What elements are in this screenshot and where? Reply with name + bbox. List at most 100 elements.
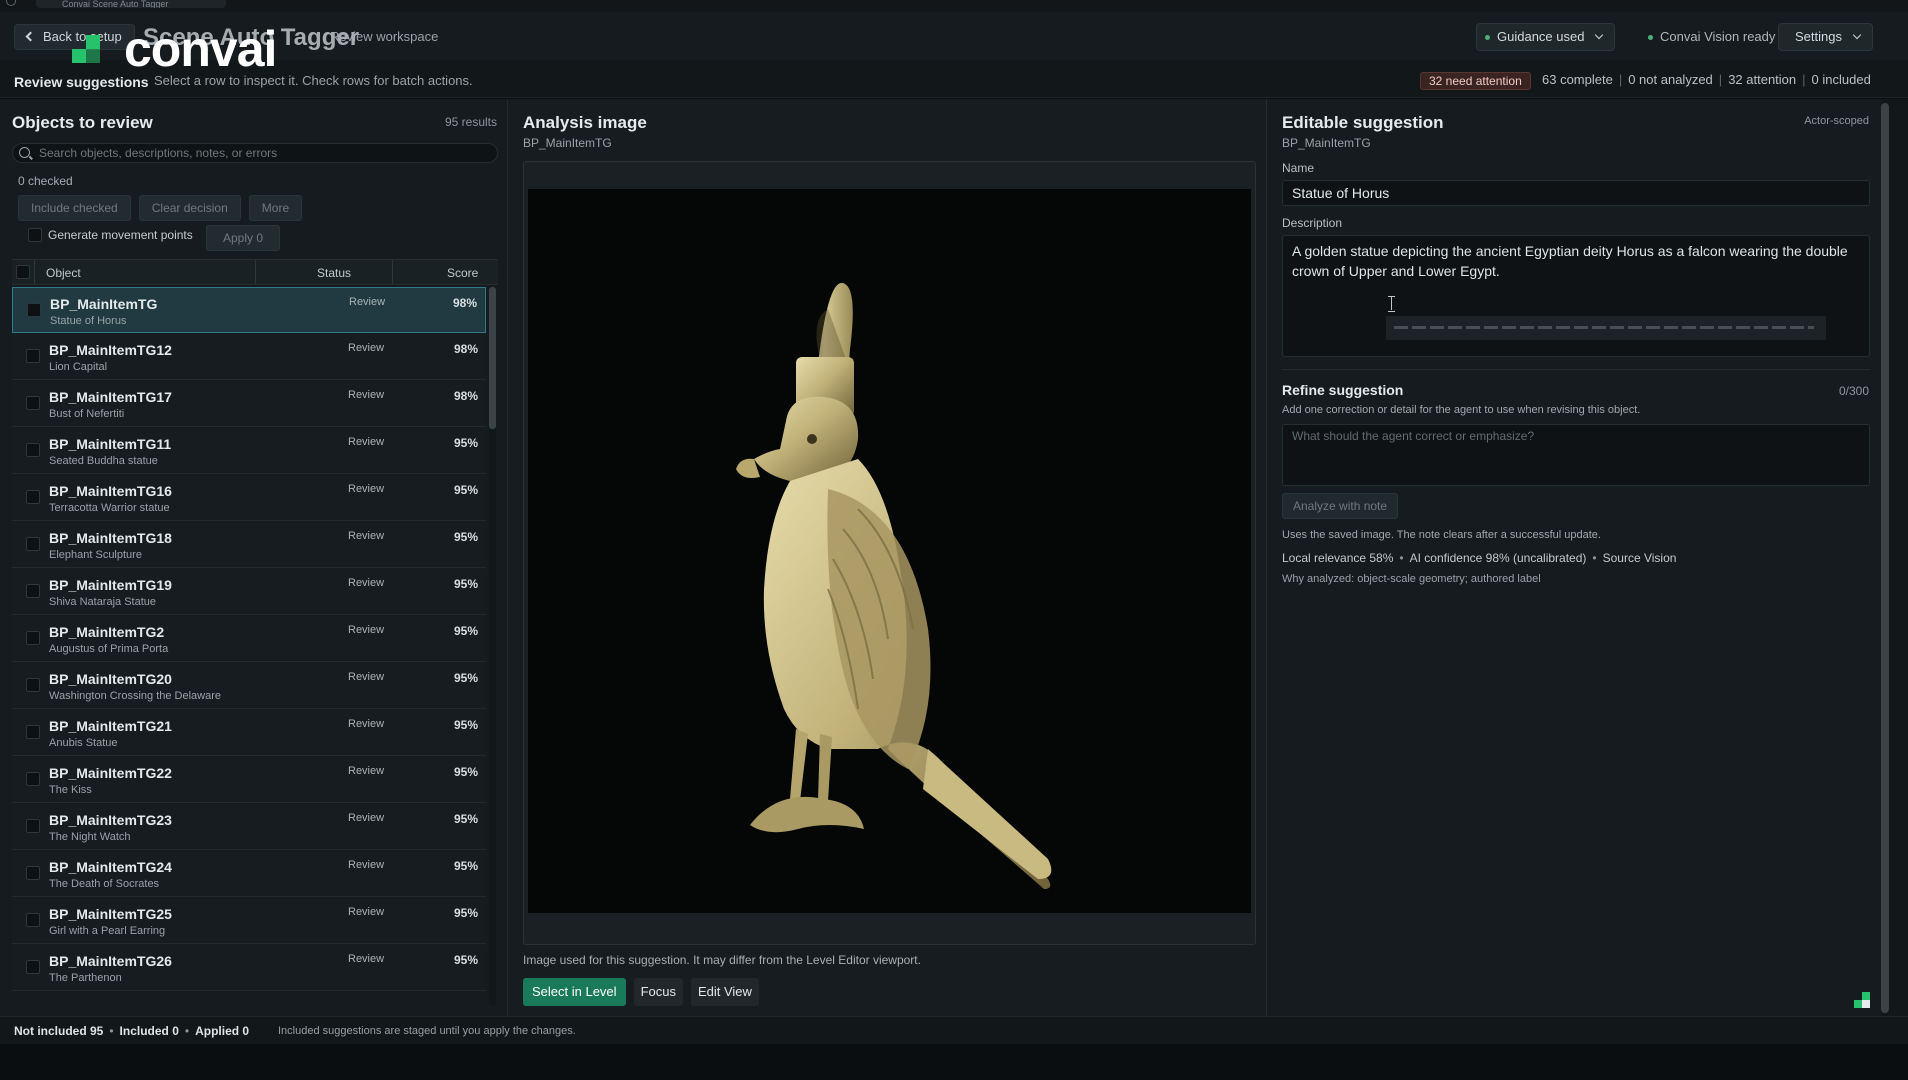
column-score[interactable]: Score	[447, 266, 478, 280]
analyze-with-note-button[interactable]: Analyze with note	[1282, 493, 1399, 519]
row-checkbox[interactable]	[26, 866, 40, 880]
scrollbar-thumb[interactable]	[489, 287, 496, 429]
table-row[interactable]: BP_MainItemTG24 The Death of Socrates Revi…	[12, 851, 486, 897]
scrollbar-thumb[interactable]	[1881, 103, 1889, 1013]
table-row[interactable]: BP_MainItemTG21 Anubis Statue Review 95%	[12, 710, 486, 756]
row-checkbox[interactable]	[26, 631, 40, 645]
table-row[interactable]: BP_MainItemTG26 The Parthenon Review 95%	[12, 945, 486, 991]
table-row[interactable]: BP_MainItemTG18 Elephant Sculpture Review 9…	[12, 522, 486, 568]
local-relevance: Local relevance 58%	[1282, 551, 1394, 565]
row-checkbox[interactable]	[26, 349, 40, 363]
description-field[interactable]: A golden statue depicting the ancient Eg…	[1282, 235, 1870, 357]
table-row[interactable]: BP_MainItemTG19 Shiva Nataraja Statue Revi…	[12, 569, 486, 615]
status-footer: Not included 95 • Included 0 • Applied 0 Inc…	[0, 1016, 1908, 1044]
table-row[interactable]: BP_MainItemTG11 Seated Buddha statue Revie…	[12, 428, 486, 474]
table-header: Object Status Score	[12, 259, 498, 285]
objects-scrollbar[interactable]	[489, 287, 496, 1005]
column-status[interactable]: Status	[317, 266, 351, 280]
table-row[interactable]: BP_MainItemTG20 Washington Crossing the D…	[12, 663, 486, 709]
attention-badge[interactable]: 32 need attention	[1420, 72, 1531, 90]
object-name: BP_MainItemTG17	[49, 389, 172, 405]
stat-included: 0 included	[1811, 72, 1871, 87]
table-row[interactable]: BP_MainItemTG2 Augustus of Prima Porta Rev…	[12, 616, 486, 662]
table-row[interactable]: BP_MainItemTG17 Bust of Nefertiti Review 98…	[12, 381, 486, 427]
object-status: Review	[348, 342, 385, 354]
object-score: 98%	[453, 342, 478, 356]
object-score: 98%	[453, 389, 478, 403]
more-button[interactable]: More	[248, 195, 303, 221]
row-checkbox[interactable]	[26, 819, 40, 833]
select-all-checkbox[interactable]	[16, 265, 30, 279]
object-description: Shiva Nataraja Statue	[49, 596, 157, 608]
window-control-icon[interactable]	[6, 0, 16, 6]
object-status: Review	[348, 530, 385, 542]
object-name: BP_MainItemTG2	[49, 624, 165, 640]
table-row[interactable]: BP_MainItemTG22 The Kiss Review 95%	[12, 757, 486, 803]
search-input[interactable]	[39, 144, 489, 162]
row-checkbox[interactable]	[26, 913, 40, 927]
edit-view-button[interactable]: Edit View	[690, 978, 759, 1006]
row-checkbox[interactable]	[26, 396, 40, 410]
guidance-dropdown[interactable]: Guidance used	[1476, 23, 1616, 51]
clear-decision-button[interactable]: Clear decision	[138, 195, 241, 221]
row-checkbox[interactable]	[26, 443, 40, 457]
chevron-left-icon	[25, 31, 36, 42]
analysis-actions: Select in Level Focus Edit View	[523, 978, 759, 1006]
name-label: Name	[1282, 161, 1315, 175]
row-checkbox[interactable]	[26, 490, 40, 504]
settings-dropdown[interactable]: Settings	[1778, 23, 1873, 51]
object-status: Review	[348, 389, 385, 401]
table-row[interactable]: BP_MainItemTG Statue of Horus Review 98%	[12, 287, 486, 333]
ai-confidence: AI confidence 98% (uncalibrated)	[1409, 551, 1587, 565]
object-name: BP_MainItemTG12	[49, 342, 172, 358]
column-object[interactable]: Object	[46, 266, 81, 280]
vision-status-label: Convai Vision ready	[1660, 29, 1776, 44]
name-field[interactable]: Statue of Horus	[1282, 180, 1870, 206]
object-score: 95%	[453, 765, 478, 779]
batch-actions: Include checked Clear decision More	[18, 195, 303, 221]
search-box[interactable]	[12, 143, 498, 163]
row-checkbox[interactable]	[26, 678, 40, 692]
generate-movement-points-checkbox[interactable]	[28, 228, 42, 242]
table-row[interactable]: BP_MainItemTG25 Girl with a Pearl Earring…	[12, 898, 486, 944]
row-checkbox[interactable]	[26, 772, 40, 786]
chevron-down-icon	[1852, 30, 1862, 40]
row-checkbox[interactable]	[26, 584, 40, 598]
horus-statue-image	[736, 282, 1052, 889]
focus-button[interactable]: Focus	[633, 978, 683, 1006]
object-name: BP_MainItemTG16	[49, 483, 172, 499]
analysis-object-id: BP_MainItemTG	[523, 136, 612, 150]
row-checkbox[interactable]	[26, 537, 40, 551]
browser-tab[interactable]: Convai Scene Auto Tagger	[36, 0, 226, 8]
objects-panel: Objects to review 95 results 0 checked I…	[0, 99, 508, 1016]
table-row[interactable]: BP_MainItemTG23 The Night Watch Review 95%	[12, 804, 486, 850]
generate-movement-points-option[interactable]: Generate movement points	[28, 228, 193, 242]
object-status: Review	[348, 624, 385, 636]
checked-count: 0 checked	[18, 174, 73, 188]
chevron-down-icon	[1595, 30, 1604, 40]
object-name: BP_MainItemTG20	[49, 671, 172, 687]
table-row[interactable]: BP_MainItemTG12 Lion Capital Review 98%	[12, 334, 486, 380]
object-score: 98%	[452, 296, 477, 310]
include-checked-button[interactable]: Include checked	[18, 195, 131, 221]
table-row[interactable]: BP_MainItemTG16 Terracotta Warrior statue…	[12, 475, 486, 521]
object-score: 95%	[453, 812, 478, 826]
generate-movement-points-label: Generate movement points	[48, 228, 193, 242]
object-description: Washington Crossing the Delaware	[49, 690, 222, 702]
convai-logo-icon	[70, 29, 126, 69]
refine-input-box[interactable]	[1282, 424, 1870, 486]
row-checkbox[interactable]	[26, 960, 40, 974]
apply-button[interactable]: Apply 0	[206, 225, 281, 251]
select-in-level-button[interactable]: Select in Level	[523, 978, 626, 1006]
drag-ghost	[1386, 316, 1826, 340]
refine-input[interactable]	[1283, 425, 1869, 485]
object-description: The Parthenon	[49, 972, 122, 984]
divider	[1282, 369, 1870, 370]
vision-status: Convai Vision ready	[1648, 29, 1775, 44]
row-checkbox[interactable]	[27, 303, 41, 317]
page-scrollbar[interactable]	[1881, 99, 1908, 1016]
row-checkbox[interactable]	[26, 725, 40, 739]
object-description: Seated Buddha statue	[49, 455, 158, 467]
refine-title: Refine suggestion	[1282, 382, 1404, 398]
object-status: Review	[348, 671, 385, 683]
